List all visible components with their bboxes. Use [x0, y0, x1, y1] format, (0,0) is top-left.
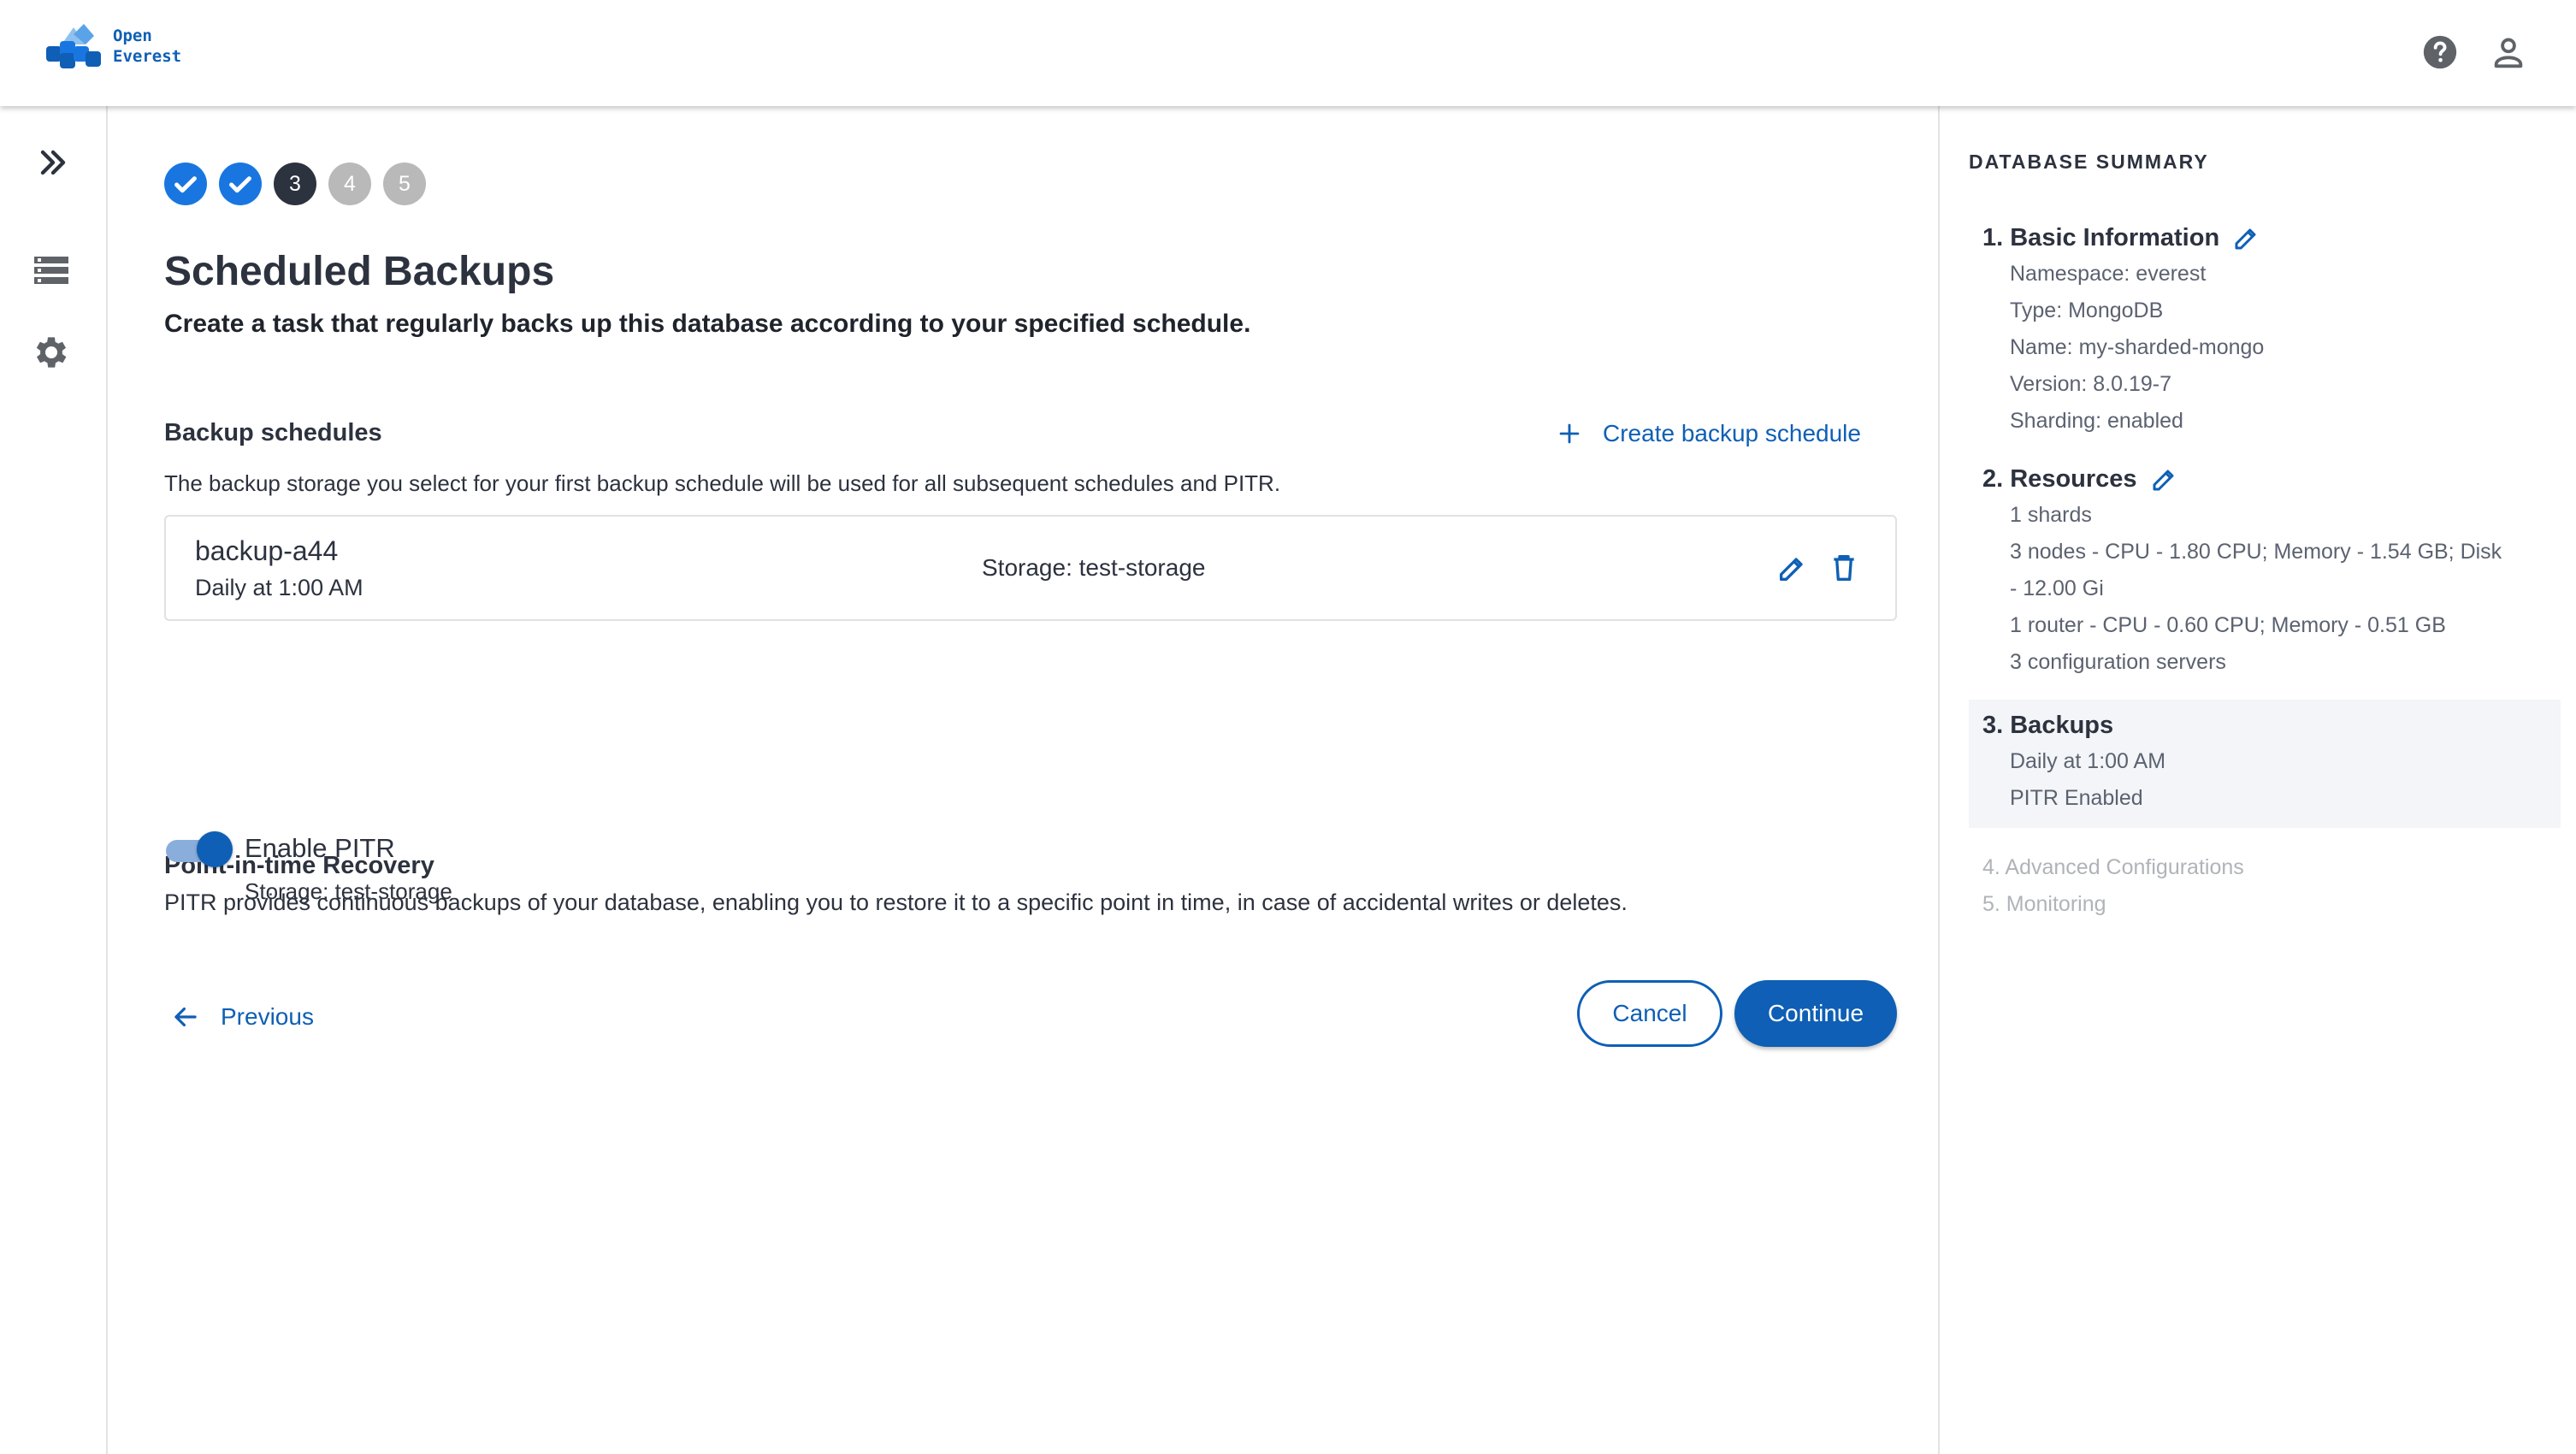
enable-pitr-label: Enable PITR: [245, 833, 395, 863]
enable-pitr-toggle[interactable]: [166, 831, 233, 869]
summary-line: Sharding: enabled: [2010, 409, 2183, 433]
schedule-time: Daily at 1:00 AM: [195, 575, 363, 600]
page-title: Scheduled Backups: [164, 249, 555, 294]
summary-line: Version: 8.0.19-7: [2010, 372, 2172, 396]
pitr-storage: Storage: test-storage: [245, 878, 452, 904]
settings-gear-icon[interactable]: [31, 332, 72, 373]
page-subtitle: Create a task that regularly backs up th…: [164, 310, 1251, 338]
summary-heading: DATABASE SUMMARY: [1969, 151, 2209, 173]
edit-pencil-icon[interactable]: [2231, 222, 2262, 253]
plus-icon: [1559, 423, 1580, 444]
step-4: 4: [328, 163, 371, 205]
help-circle-icon[interactable]: [2420, 33, 2460, 72]
step-3-active: 3: [274, 163, 316, 205]
summary-resources: 2. Resources 1 shards 3 nodes - CPU - 1.…: [1969, 464, 2561, 686]
summary-line: 1 router - CPU - 0.60 CPU; Memory - 0.51…: [2010, 613, 2446, 637]
summary-backups-active: 3. Backups Daily at 1:00 AM PITR Enabled: [1969, 700, 2561, 828]
schedule-storage: Storage: test-storage: [982, 554, 1206, 581]
database-summary-panel: DATABASE SUMMARY 1. Basic Information Na…: [1938, 106, 2576, 1454]
arrow-left-icon: [174, 1007, 197, 1027]
summary-monitoring: 5. Monitoring: [1982, 892, 2106, 916]
basic-information-title: 1. Basic Information: [1982, 223, 2220, 251]
summary-line: Type: MongoDB: [2010, 298, 2164, 322]
backup-schedule-card: backup-a44 Daily at 1:00 AM Storage: tes…: [164, 515, 1897, 621]
open-everest-logo-icon[interactable]: [44, 22, 104, 70]
edit-pencil-icon[interactable]: [1775, 551, 1810, 585]
summary-line: 3 nodes - CPU - 1.80 CPU; Memory - 1.54 …: [2010, 540, 2502, 564]
logo-line-2: Everest: [113, 47, 182, 66]
previous-label: Previous: [221, 1003, 314, 1030]
summary-line: 1 shards: [2010, 503, 2092, 527]
step-2-completed: [219, 163, 262, 205]
summary-line: PITR Enabled: [2010, 786, 2143, 810]
backups-title: 3. Backups: [1982, 712, 2114, 739]
cancel-button[interactable]: Cancel: [1577, 980, 1722, 1047]
check-icon: [229, 176, 251, 193]
left-navigation: [0, 106, 108, 1454]
check-icon: [174, 176, 197, 193]
create-backup-schedule-button[interactable]: Create backup schedule: [1555, 412, 1861, 455]
summary-section-title: 1. Basic Information: [1982, 222, 2262, 253]
logo-wordmark: Open Everest: [113, 26, 181, 67]
toggle-thumb: [197, 831, 233, 867]
double-chevron-right-icon[interactable]: [32, 142, 74, 183]
continue-button[interactable]: Continue: [1734, 980, 1897, 1047]
create-backup-schedule-label: Create backup schedule: [1603, 420, 1861, 446]
previous-button[interactable]: Previous: [169, 990, 314, 1043]
resources-title: 2. Resources: [1982, 464, 2137, 493]
backup-schedules-title: Backup schedules: [164, 419, 382, 446]
summary-line: Daily at 1:00 AM: [2010, 749, 2166, 773]
summary-advanced-configurations: 4. Advanced Configurations: [1982, 855, 2244, 879]
delete-trash-icon[interactable]: [1827, 551, 1861, 585]
summary-line: - 12.00 Gi: [2010, 576, 2104, 600]
step-5: 5: [383, 163, 426, 205]
logo-line-1: Open: [113, 27, 152, 45]
main-content: 3 4 5 Scheduled Backups Create a task th…: [109, 106, 1938, 1454]
step-1-completed: [164, 163, 207, 205]
summary-line: 3 configuration servers: [2010, 650, 2226, 674]
top-app-bar: Open Everest: [0, 0, 2576, 106]
summary-line: Name: my-sharded-mongo: [2010, 335, 2265, 359]
summary-section-title: 2. Resources: [1982, 464, 2180, 494]
summary-basic-information: 1. Basic Information Namespace: everest …: [1969, 222, 2561, 436]
account-icon[interactable]: [2489, 33, 2528, 72]
databases-list-icon[interactable]: [31, 250, 72, 291]
summary-line: Namespace: everest: [2010, 262, 2207, 286]
schedule-name: backup-a44: [195, 535, 339, 566]
backup-schedules-description: The backup storage you select for your f…: [164, 470, 1281, 496]
edit-pencil-icon[interactable]: [2149, 464, 2180, 494]
